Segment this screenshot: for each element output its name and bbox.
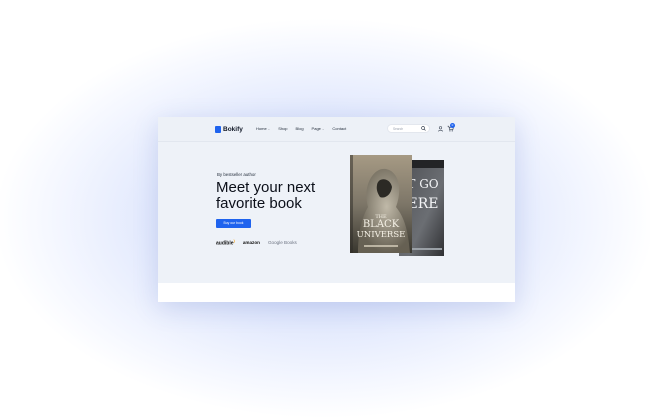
user-icon[interactable] (438, 126, 443, 132)
content-strip (158, 283, 515, 302)
headline-line-1: Meet your next (216, 179, 316, 196)
logo[interactable]: Bokify (215, 125, 243, 134)
audible-text: audible (216, 240, 234, 247)
nav-label: Blog (295, 126, 304, 131)
cart-count-badge: 0 (450, 123, 455, 128)
nav-label: Page (311, 126, 321, 131)
website-window: Bokify Home⌄ Shop Blog Page⌄ Contact Sea… (158, 117, 515, 302)
hero-kicker: By bestseller author (217, 172, 256, 177)
logo-mark-icon (215, 126, 221, 133)
google-books-logo: Google Books (267, 239, 297, 245)
nav-label: Home (256, 126, 267, 131)
nav-item-page[interactable]: Page⌄ (312, 126, 325, 131)
nav-item-contact[interactable]: Contact (332, 126, 346, 131)
nav-label: Shop (278, 126, 288, 131)
nav-item-shop[interactable]: Shop (278, 126, 287, 131)
navbar: Bokify Home⌄ Shop Blog Page⌄ Contact Sea… (158, 117, 515, 142)
nav-item-blog[interactable]: Blog (296, 126, 304, 131)
headline-line-2: favorite book (216, 195, 302, 212)
back-book-title-line-2: ERE (408, 196, 439, 212)
search-icon[interactable] (421, 126, 426, 131)
nav-label: Contact (332, 126, 347, 131)
search-placeholder: Search (393, 127, 404, 131)
book-cover-front[interactable]: THE BLACK UNIVERSE (350, 155, 412, 253)
chevron-down-icon: ⌄ (267, 127, 271, 131)
hero-headline: Meet your next favorite book (216, 180, 315, 212)
chevron-down-icon: ⌄ (321, 127, 325, 131)
back-book-title-line-1: T GO (407, 177, 438, 191)
audible-waves-icon: ) (233, 238, 235, 243)
front-book-title-line-2: BLACK (363, 219, 400, 230)
nav-item-home[interactable]: Home⌄ (256, 126, 270, 131)
hero-section: By bestseller author Meet your next favo… (158, 142, 515, 282)
search-input[interactable]: Search (387, 124, 430, 133)
front-book-title-line-3: UNIVERSE (357, 230, 406, 240)
main-nav: Home⌄ Shop Blog Page⌄ Contact (256, 126, 346, 131)
audible-logo: audible) (216, 238, 235, 247)
buy-book-button[interactable]: Buy our book (216, 219, 251, 228)
logo-text: Bokify (223, 126, 243, 133)
amazon-logo: amazon (242, 239, 260, 245)
partner-logos: audible) amazon Google Books (216, 238, 297, 247)
